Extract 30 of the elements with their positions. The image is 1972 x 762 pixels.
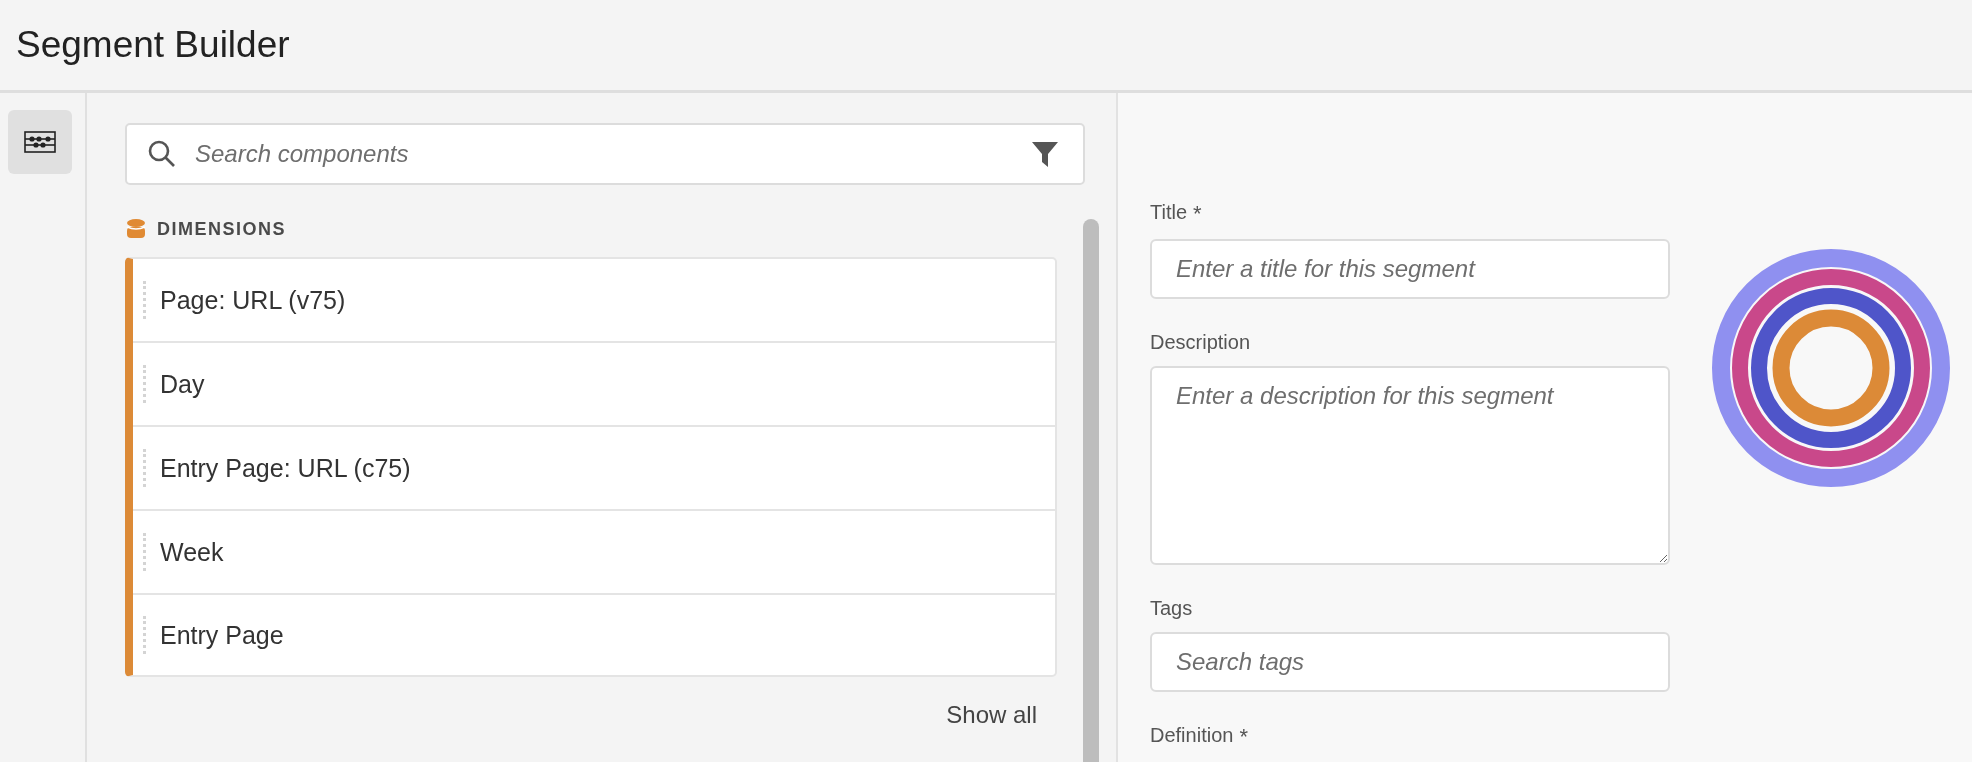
tags-input[interactable]: Search tags [1150, 631, 1670, 692]
stacked-cylinders-icon [125, 218, 147, 240]
search-icon [147, 139, 177, 169]
description-textarea[interactable]: Enter a description for this segment [1150, 366, 1670, 565]
filter-icon[interactable] [1031, 140, 1059, 168]
dimension-item[interactable]: Page: URL (v75) [133, 259, 1055, 343]
required-mark: * [1239, 724, 1248, 750]
field-label: Tags [1150, 596, 1193, 620]
page-title: Segment Builder [16, 24, 290, 66]
field-label: Definition [1150, 724, 1234, 748]
field-label: Title [1150, 201, 1188, 225]
panel-toggle-button[interactable] [8, 110, 72, 174]
drag-handle-icon[interactable] [143, 616, 146, 654]
drag-handle-icon[interactable] [143, 365, 146, 403]
section-heading: DIMENSIONS [157, 218, 286, 240]
dimension-item[interactable]: Entry Page: URL (c75) [133, 427, 1055, 511]
field-label: Description [1150, 331, 1251, 355]
drag-handle-icon[interactable] [143, 449, 146, 487]
search-field[interactable]: Search components [125, 123, 1085, 185]
sliders-icon [24, 131, 56, 153]
dimension-item[interactable]: Entry Page [133, 595, 1055, 675]
dimension-item[interactable]: Week [133, 511, 1055, 595]
required-mark: * [1193, 201, 1202, 227]
drag-handle-icon[interactable] [143, 281, 146, 319]
scrollbar-thumb[interactable] [1083, 219, 1099, 762]
search-input[interactable]: Search components [193, 139, 1015, 169]
dimension-item[interactable]: Day [133, 343, 1055, 427]
drag-handle-icon[interactable] [143, 533, 146, 571]
show-all-link[interactable]: Show all [946, 701, 1037, 729]
title-input[interactable]: Enter a title for this segment [1150, 239, 1670, 300]
